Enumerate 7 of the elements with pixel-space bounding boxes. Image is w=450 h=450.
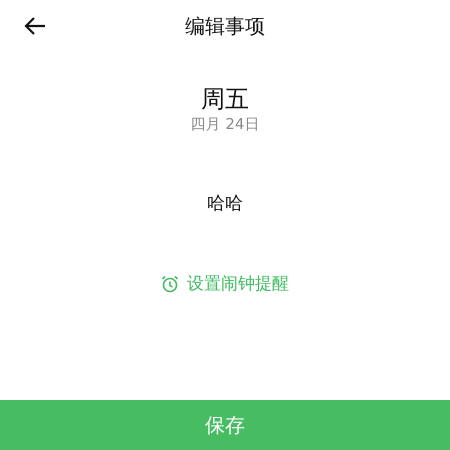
set-alarm-link[interactable]: 设置闹钟提醒: [187, 272, 289, 295]
weekday-label: 周五: [201, 84, 249, 114]
save-button[interactable]: 保存: [0, 400, 450, 450]
item-text: 哈哈: [207, 192, 243, 215]
screen-title: 编辑事项: [185, 12, 265, 40]
back-arrow-icon[interactable]: [24, 16, 46, 36]
date-label: 四月 24日: [190, 114, 260, 134]
